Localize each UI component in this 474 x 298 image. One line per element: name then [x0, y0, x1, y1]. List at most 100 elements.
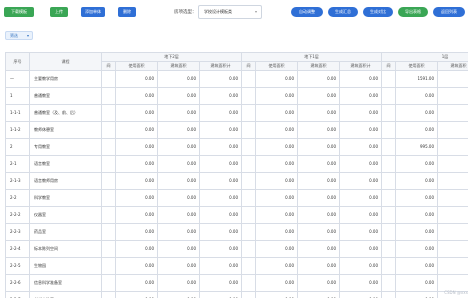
table-cell[interactable]	[382, 88, 396, 105]
table-cell[interactable]: 0.00	[256, 292, 298, 298]
table-cell[interactable]: 0.00	[158, 105, 200, 122]
table-cell[interactable]: 0.00	[256, 105, 298, 122]
table-cell[interactable]: 0.00	[116, 207, 158, 224]
table-cell[interactable]: 0.00	[396, 156, 438, 173]
table-cell[interactable]	[102, 88, 116, 105]
table-cell[interactable]: 0.00	[256, 156, 298, 173]
table-cell[interactable]: 0.00	[158, 190, 200, 207]
table-cell[interactable]: 0.00	[298, 122, 340, 139]
table-cell[interactable]: 0.00	[256, 190, 298, 207]
table-cell[interactable]: 0.00	[116, 275, 158, 292]
generate-comparison-button[interactable]: 生成对比	[363, 7, 393, 17]
table-cell[interactable]: 0.00	[158, 139, 200, 156]
table-cell[interactable]: 0.00	[396, 292, 438, 298]
table-cell[interactable]: 0.00	[340, 207, 382, 224]
table-cell[interactable]: 0.00	[158, 71, 200, 88]
table-cell[interactable]: 0.00	[116, 122, 158, 139]
table-cell[interactable]	[102, 258, 116, 275]
table-cell[interactable]	[438, 122, 468, 139]
table-cell[interactable]	[382, 71, 396, 88]
table-cell[interactable]: 0.00	[158, 258, 200, 275]
table-cell[interactable]: 0.00	[298, 173, 340, 190]
table-cell[interactable]	[242, 88, 256, 105]
table-cell[interactable]: 0.00	[200, 156, 242, 173]
table-cell[interactable]	[382, 241, 396, 258]
table-cell[interactable]: 0.00	[200, 224, 242, 241]
table-cell[interactable]: 0.00	[116, 71, 158, 88]
table-cell[interactable]: 0.00	[200, 292, 242, 298]
table-cell[interactable]: 0.00	[116, 139, 158, 156]
table-cell[interactable]: 0.00	[298, 190, 340, 207]
table-cell[interactable]	[438, 173, 468, 190]
table-cell[interactable]: 0.00	[200, 173, 242, 190]
table-cell[interactable]: 1591.00	[396, 71, 438, 88]
table-cell[interactable]	[382, 139, 396, 156]
table-cell[interactable]: 0.00	[116, 292, 158, 298]
table-cell[interactable]: 0.00	[200, 275, 242, 292]
scheme-select[interactable]: 学校设计模板类 ▾	[198, 5, 262, 19]
table-cell[interactable]: 0.00	[158, 241, 200, 258]
table-cell[interactable]: 0.00	[256, 275, 298, 292]
table-cell[interactable]: 0.00	[340, 156, 382, 173]
table-cell[interactable]	[242, 224, 256, 241]
table-cell[interactable]: 0.00	[256, 88, 298, 105]
export-table-button[interactable]: 导出表格	[398, 7, 428, 17]
table-cell[interactable]	[102, 105, 116, 122]
table-cell[interactable]: 0.00	[116, 190, 158, 207]
auto-adjust-button[interactable]: 自动调整	[291, 7, 323, 17]
table-cell[interactable]: 0.00	[256, 71, 298, 88]
table-cell[interactable]: 0.00	[340, 258, 382, 275]
table-cell[interactable]	[438, 139, 468, 156]
table-cell[interactable]	[382, 173, 396, 190]
table-cell[interactable]: 0.00	[116, 173, 158, 190]
table-cell[interactable]	[102, 224, 116, 241]
table-cell[interactable]: 0.00	[256, 224, 298, 241]
table-cell[interactable]: 0.00	[340, 173, 382, 190]
table-cell[interactable]: 0.00	[340, 275, 382, 292]
table-cell[interactable]: 0.00	[396, 190, 438, 207]
table-cell[interactable]	[382, 105, 396, 122]
table-cell[interactable]: 0.00	[200, 139, 242, 156]
table-cell[interactable]: 0.00	[340, 139, 382, 156]
table-cell[interactable]	[438, 258, 468, 275]
table-cell[interactable]: 0.00	[200, 207, 242, 224]
table-cell[interactable]	[438, 71, 468, 88]
table-cell[interactable]: 0.00	[158, 224, 200, 241]
table-cell[interactable]: 0.00	[298, 105, 340, 122]
table-cell[interactable]: 0.00	[298, 207, 340, 224]
table-cell[interactable]: 0.00	[298, 88, 340, 105]
table-cell[interactable]	[382, 224, 396, 241]
table-cell[interactable]: 0.00	[340, 224, 382, 241]
table-cell[interactable]	[382, 292, 396, 298]
filter-button[interactable]: 筛选 ▾	[5, 31, 33, 40]
table-cell[interactable]: 0.00	[340, 71, 382, 88]
table-cell[interactable]	[102, 139, 116, 156]
table-cell[interactable]: 0.00	[200, 122, 242, 139]
table-cell[interactable]: 0.00	[256, 173, 298, 190]
table-cell[interactable]: 0.00	[340, 241, 382, 258]
table-cell[interactable]: 0.00	[396, 173, 438, 190]
table-cell[interactable]	[382, 156, 396, 173]
table-cell[interactable]: 0.00	[158, 156, 200, 173]
table-cell[interactable]	[382, 207, 396, 224]
upload-button[interactable]: 上传	[50, 7, 68, 17]
table-cell[interactable]	[242, 173, 256, 190]
table-cell[interactable]: 0.00	[256, 139, 298, 156]
table-cell[interactable]: 0.00	[396, 275, 438, 292]
table-cell[interactable]	[242, 292, 256, 298]
table-cell[interactable]: 0.00	[298, 71, 340, 88]
table-cell[interactable]: 0.00	[396, 258, 438, 275]
table-cell[interactable]: 0.00	[396, 88, 438, 105]
table-cell[interactable]: 0.00	[158, 275, 200, 292]
table-cell[interactable]: 0.00	[340, 292, 382, 298]
table-cell[interactable]: 0.00	[396, 224, 438, 241]
table-cell[interactable]: 0.00	[158, 173, 200, 190]
table-cell[interactable]	[242, 190, 256, 207]
table-cell[interactable]: 0.00	[298, 139, 340, 156]
table-cell[interactable]: 0.00	[116, 88, 158, 105]
table-cell[interactable]	[102, 292, 116, 298]
table-cell[interactable]: 0.00	[116, 241, 158, 258]
table-cell[interactable]	[242, 241, 256, 258]
table-cell[interactable]: 0.00	[256, 122, 298, 139]
table-cell[interactable]: 0.00	[116, 105, 158, 122]
